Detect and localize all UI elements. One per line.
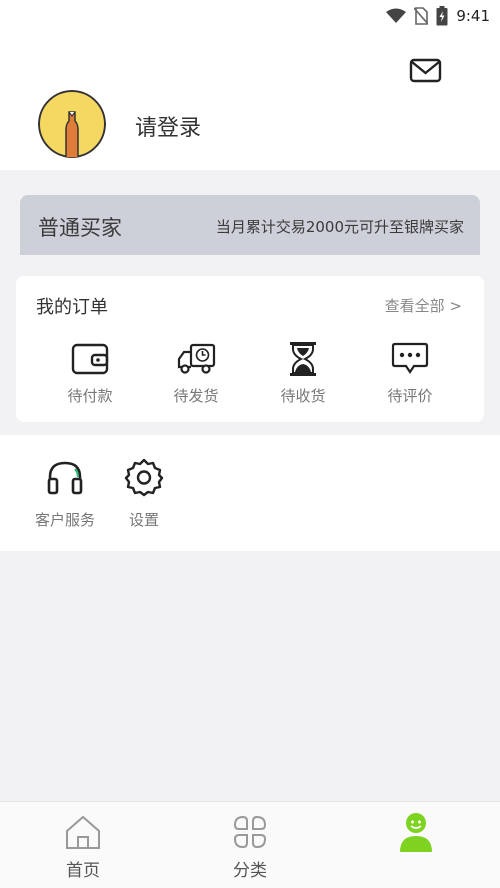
login-link[interactable]: 请登录 — [135, 110, 201, 142]
order-label: 待付款 — [67, 387, 113, 405]
orders-title: 我的订单 — [36, 297, 108, 318]
home-icon — [66, 815, 100, 849]
service-label: 客户服务 — [34, 511, 95, 529]
status-bar: 9:41 — [0, 0, 500, 32]
status-time: 9:41 — [456, 7, 490, 25]
hourglass-icon — [290, 342, 316, 376]
tab-label: 分类 — [233, 861, 267, 881]
grid-icon — [233, 815, 267, 849]
mail-icon — [409, 58, 442, 83]
order-label: 待收货 — [280, 387, 326, 405]
services-section: 客户服务 设置 — [0, 435, 500, 551]
service-label: 设置 — [128, 511, 159, 529]
my-orders-card: 我的订单 查看全部 > 待付款 待发货 待收货 待评价 — [16, 276, 484, 422]
wifi-icon — [386, 8, 407, 23]
chat-bubble-icon — [391, 342, 429, 374]
person-icon — [400, 813, 432, 852]
order-pending-shipment[interactable]: 待发货 — [156, 340, 236, 406]
order-label: 待发货 — [173, 387, 219, 405]
tab-profile[interactable] — [366, 812, 466, 856]
tab-category[interactable]: 分类 — [200, 812, 300, 881]
customer-service-button[interactable]: 客户服务 — [25, 455, 105, 530]
tab-home[interactable]: 首页 — [33, 812, 133, 881]
no-sim-icon — [414, 7, 429, 25]
order-pending-payment[interactable]: 待付款 — [50, 340, 130, 406]
avatar-image — [38, 90, 106, 158]
message-button[interactable] — [408, 56, 444, 86]
bottom-tab-bar: 首页 分类 — [0, 801, 500, 888]
member-upgrade-tip: 当月累计交易2000元可升至银牌买家 — [215, 218, 464, 236]
gear-icon — [124, 458, 164, 497]
profile-header: 请登录 — [0, 32, 500, 170]
view-all-orders-link[interactable]: 查看全部 > — [385, 295, 462, 316]
wallet-icon — [71, 343, 109, 375]
member-level-card[interactable]: 普通买家 当月累计交易2000元可升至银牌买家 — [20, 195, 480, 255]
truck-icon — [177, 343, 216, 374]
battery-icon — [436, 6, 448, 26]
member-level: 普通买家 — [38, 216, 122, 240]
order-pending-review[interactable]: 待评价 — [370, 340, 450, 406]
avatar[interactable] — [38, 90, 106, 158]
settings-button[interactable]: 设置 — [104, 455, 184, 530]
tab-label: 首页 — [66, 861, 100, 881]
headphones-icon — [47, 461, 83, 495]
order-pending-receipt[interactable]: 待收货 — [263, 340, 343, 406]
order-label: 待评价 — [387, 387, 433, 405]
